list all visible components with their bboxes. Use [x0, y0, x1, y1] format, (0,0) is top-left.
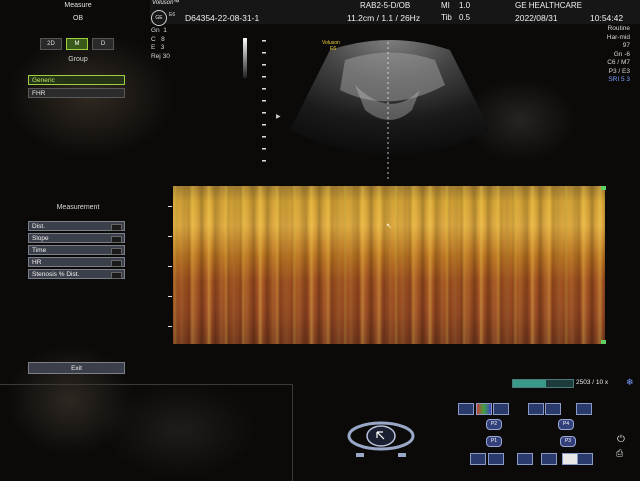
measure-hr-button[interactable]: HR	[28, 257, 125, 267]
touch-panel-area	[0, 384, 293, 481]
p1-button[interactable]: P1	[486, 436, 502, 447]
layout-icon-9[interactable]	[541, 453, 557, 465]
print-icon[interactable]: ⎙	[616, 448, 623, 459]
param-rej: Rej 30	[151, 52, 170, 60]
toggle-indicator	[111, 236, 122, 243]
p4-button[interactable]: P4	[558, 419, 574, 430]
sweep-fill	[513, 380, 546, 387]
param-e: E 3	[151, 44, 165, 51]
probe-name: RAB2-5-D/OB	[360, 1, 411, 10]
layout-icon-5[interactable]	[576, 403, 592, 415]
layout-icon-3[interactable]	[528, 403, 544, 415]
m-mode-depth-axis	[168, 206, 172, 327]
sweep-speed-bar[interactable]	[512, 379, 574, 388]
param-gn: Gn 1	[151, 27, 167, 34]
layout-icon-2[interactable]	[493, 403, 509, 415]
panel-title: Measure	[64, 2, 92, 9]
p2-button[interactable]: P2	[486, 419, 502, 430]
toggle-indicator	[111, 224, 122, 231]
cursor-icon: ↖	[386, 223, 392, 230]
measure-time-label: Time	[32, 247, 47, 254]
layout-icon-7[interactable]	[488, 453, 504, 465]
mi-label: MI	[441, 1, 450, 10]
snowflake-icon: ❄	[626, 377, 634, 387]
measure-dist-button[interactable]: Dist.	[28, 221, 125, 231]
measure-slope-button[interactable]: Slope	[28, 233, 125, 243]
measure-stenosis-label: Stenosis % Dist.	[32, 271, 80, 278]
tab-m[interactable]: M	[66, 38, 88, 50]
mi-value: 1.0	[459, 1, 471, 10]
mode-tabs: 2D M D	[40, 38, 114, 50]
toggle-indicator	[111, 272, 122, 279]
param-harmonic: Har-mid	[606, 33, 630, 41]
b-mode-image: Voluson E6	[290, 40, 490, 180]
image-logo-model: E6	[330, 46, 336, 52]
tib-label: Tib	[441, 13, 452, 22]
layout-icon-8[interactable]	[517, 453, 533, 465]
param-cm: C6 / M7	[607, 59, 630, 66]
param-gain: Gn -6	[613, 50, 630, 58]
sweep-label: 2503 / 10 x	[576, 379, 609, 386]
power-icon[interactable]: ⏻	[617, 434, 625, 445]
m-mode-texture	[173, 186, 605, 344]
m-mode-marker-bottom	[601, 340, 606, 344]
measurement-title: Measurement	[56, 204, 100, 211]
measure-time-button[interactable]: Time	[28, 245, 125, 255]
brand-name: Voluson™	[152, 0, 180, 6]
color-map-icon[interactable]	[476, 403, 492, 415]
group-fhr-button[interactable]: FHR	[28, 88, 125, 98]
measure-slope-label: Slope	[32, 235, 49, 242]
toggle-indicator	[111, 248, 122, 255]
patient-id: D64354-22-08-31-1	[185, 13, 260, 23]
group-generic-button[interactable]: Generic	[28, 75, 125, 85]
institution: GE HEALTHCARE	[515, 1, 582, 10]
p3-button[interactable]: P3	[560, 436, 576, 447]
exit-button[interactable]: Exit	[28, 362, 125, 374]
measure-hr-label: HR	[32, 259, 42, 266]
tab-2d[interactable]: 2D	[40, 38, 62, 50]
layout-icon-11[interactable]	[577, 453, 593, 465]
group-title: Group	[68, 56, 88, 63]
left-params: Gn 1 C 8 E 3 Rej 30	[151, 27, 170, 61]
m-mode-marker-top	[601, 186, 606, 190]
layout-icon-1[interactable]	[458, 403, 474, 415]
layout-icon-4[interactable]	[545, 403, 561, 415]
param-power: 97	[622, 42, 630, 49]
tib-value: 0.5	[459, 13, 471, 22]
param-pe: P3 / E3	[608, 67, 630, 75]
ge-logo: GE	[151, 10, 167, 26]
panel-subtitle: OB	[72, 15, 84, 22]
right-params: Routine Har-mid 97 Gn -6 C6 / M7 P3 / E3…	[600, 25, 630, 85]
layout-icon-10[interactable]	[562, 453, 578, 465]
measure-stenosis-button[interactable]: Stenosis % Dist.	[28, 269, 125, 279]
tab-d[interactable]: D	[92, 38, 114, 50]
brand-model: E6	[169, 12, 176, 18]
exam-date: 2022/08/31	[515, 13, 558, 23]
toggle-indicator	[111, 260, 122, 267]
measure-dist-label: Dist.	[32, 223, 45, 230]
depth-frame-info: 11.2cm / 1.1 / 26Hz	[347, 13, 421, 23]
param-sri: SRI 5 3	[608, 76, 630, 83]
layout-icon-6[interactable]	[470, 453, 486, 465]
exam-time: 10:54:42	[590, 13, 624, 23]
trackball-icon[interactable]	[346, 412, 416, 464]
param-preset: Routine	[607, 25, 630, 32]
param-c: C 8	[151, 35, 165, 43]
